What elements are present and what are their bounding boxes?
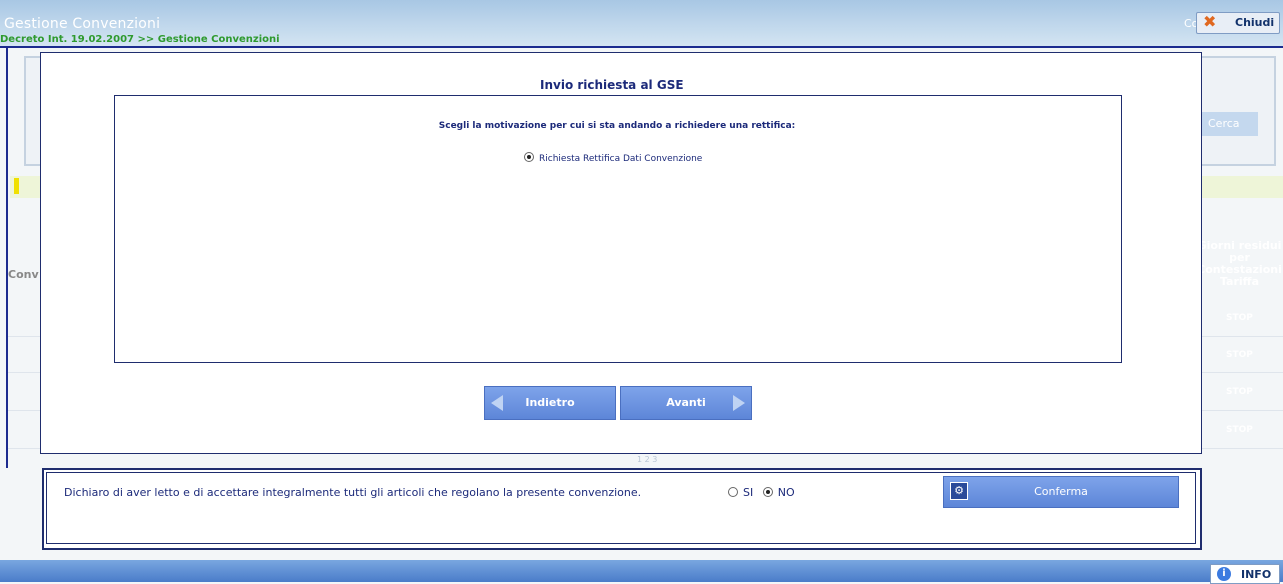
info-icon: i: [1217, 567, 1231, 581]
arrow-left-icon: [491, 395, 503, 411]
next-button[interactable]: Avanti: [620, 386, 752, 420]
confirm-button-label: Conferma: [1034, 485, 1088, 498]
modal-content-box: [114, 95, 1122, 363]
modal-title: Invio richiesta al GSE: [540, 78, 684, 92]
stop-label: STOP: [1226, 425, 1253, 435]
back-button[interactable]: Indietro: [484, 386, 616, 420]
yes-label: SI: [743, 486, 754, 499]
app-title: Gestione Convenzioni: [4, 16, 161, 32]
next-button-label: Avanti: [666, 396, 706, 409]
declaration-text: Dichiaro di aver letto e di accettare in…: [64, 486, 642, 499]
close-button[interactable]: ✖ Chiudi: [1196, 12, 1280, 34]
confirm-button[interactable]: ⚙ Conferma: [943, 476, 1179, 508]
column-header-conv: Conv: [8, 268, 39, 281]
reason-radio[interactable]: [524, 152, 534, 162]
stop-label: STOP: [1226, 350, 1253, 360]
stop-label: STOP: [1226, 387, 1253, 397]
yes-radio[interactable]: [728, 487, 738, 497]
left-border: [6, 48, 8, 468]
back-button-label: Indietro: [525, 396, 575, 409]
reason-option-label: Richiesta Rettifica Dati Convenzione: [539, 154, 703, 164]
reason-option[interactable]: Richiesta Rettifica Dati Convenzione: [524, 152, 702, 164]
info-button-label: INFO: [1241, 568, 1272, 581]
stop-label: STOP: [1226, 313, 1253, 323]
info-button[interactable]: i INFO: [1210, 564, 1280, 584]
info-strip-marker: [14, 178, 19, 194]
arrow-right-icon: [733, 395, 745, 411]
column-header-giorni: Giorni residui per Contestazioni Tariffa: [1197, 239, 1282, 288]
close-icon: ✖: [1203, 12, 1217, 31]
no-label: NO: [777, 486, 795, 499]
modal-question: Scegli la motivazione per cui si sta and…: [438, 121, 796, 131]
footer-bar: [0, 560, 1283, 582]
close-button-label: Chiudi: [1235, 16, 1275, 29]
no-radio[interactable]: [762, 487, 773, 497]
pagination[interactable]: 1 2 3: [637, 455, 657, 464]
header-divider: [0, 46, 1283, 48]
breadcrumb[interactable]: Decreto Int. 19.02.2007 >> Gestione Conv…: [0, 34, 280, 45]
declaration-choice: SI NO: [728, 486, 795, 499]
